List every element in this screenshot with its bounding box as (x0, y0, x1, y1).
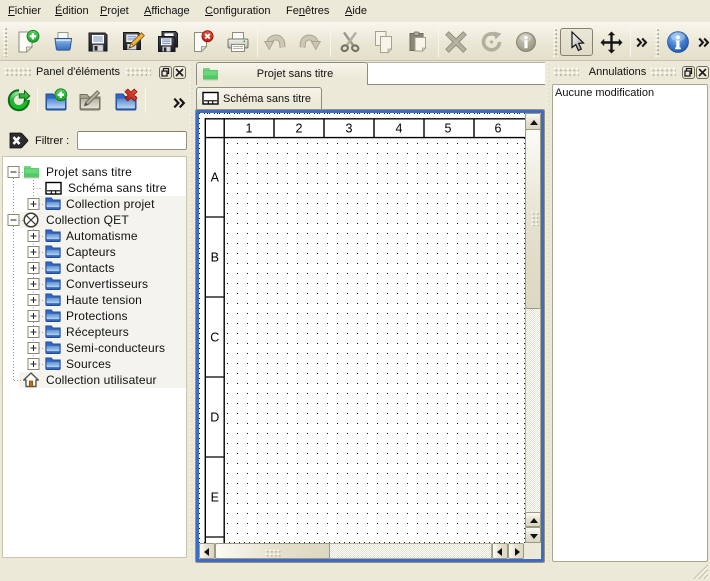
svg-text:E: E (211, 491, 219, 505)
svg-text:4: 4 (396, 122, 403, 136)
svg-text:3: 3 (346, 122, 353, 136)
svg-text:1: 1 (246, 122, 253, 136)
svg-text:5: 5 (445, 122, 452, 136)
svg-text:A: A (211, 171, 220, 185)
svg-text:C: C (210, 331, 219, 345)
svg-text:B: B (211, 251, 219, 265)
svg-text:D: D (210, 411, 219, 425)
svg-text:2: 2 (296, 122, 303, 136)
svg-text:6: 6 (495, 122, 502, 136)
